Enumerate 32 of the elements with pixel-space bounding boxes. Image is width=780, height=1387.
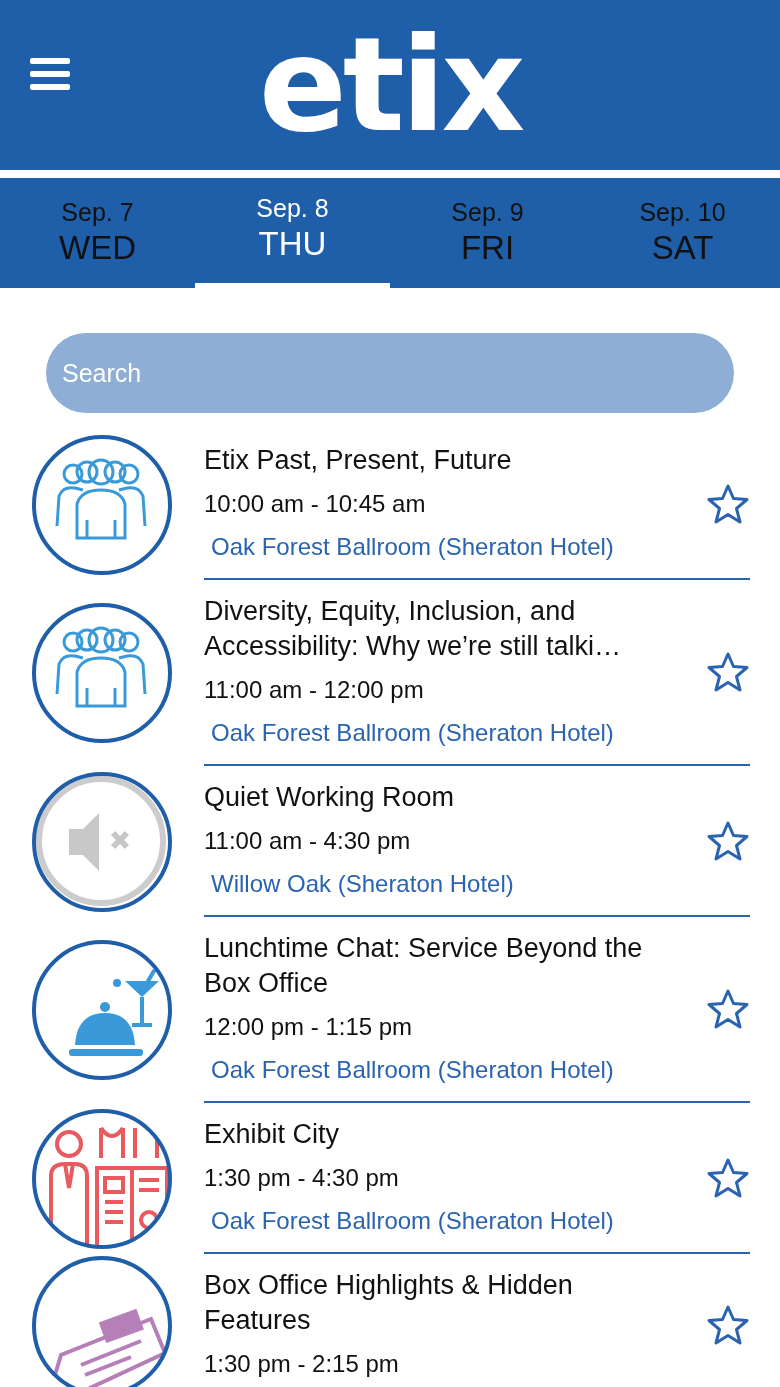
session-time: 11:00 am - 12:00 pm xyxy=(204,675,425,705)
session-time: 11:00 am - 4:30 pm xyxy=(204,826,412,856)
people-icon xyxy=(55,458,147,539)
star-icon[interactable] xyxy=(706,651,750,693)
session-location[interactable]: Oak Forest Ballroom (Sheraton Hotel) xyxy=(204,715,706,750)
session-location[interactable]: Oak Forest Ballroom (Sheraton Hotel) xyxy=(204,1052,706,1087)
star-icon[interactable] xyxy=(706,1156,750,1199)
session-title: Exhibit City xyxy=(204,1118,341,1151)
logo: etix xyxy=(258,15,522,155)
search-field[interactable]: Search xyxy=(46,333,734,413)
session-time: 12:00 pm - 1:15 pm xyxy=(204,1012,414,1042)
session-title: Lunchtime Chat: Service Beyond the Box Office xyxy=(204,932,644,1000)
session-location[interactable]: Oak Forest Ballroom (Sheraton Hotel) xyxy=(204,1203,706,1238)
session-time: 10:00 am - 10:45 am xyxy=(204,489,427,519)
session-title: Diversity, Equity, Inclusion, and Accessibility: Why we’re still talki… xyxy=(204,595,623,663)
star-icon[interactable] xyxy=(706,1303,750,1346)
food-drink-icon xyxy=(69,968,159,1056)
session-time: 1:30 pm - 2:15 pm xyxy=(204,1349,400,1379)
session-time: 1:30 pm - 4:30 pm xyxy=(204,1163,400,1193)
star-icon[interactable] xyxy=(706,988,750,1030)
menu-icon[interactable] xyxy=(30,58,70,90)
star-icon[interactable] xyxy=(706,482,750,525)
exhibit-booth-icon xyxy=(49,1125,169,1247)
session-location[interactable]: Willow Oak (Sheraton Hotel) xyxy=(204,866,706,901)
people-icon xyxy=(55,626,147,708)
muted-speaker-icon xyxy=(36,775,166,906)
session-title: Box Office Highlights & Hidden Features xyxy=(204,1269,574,1337)
date-tab[interactable]: Sep. 8 THU xyxy=(195,178,390,288)
session-title: Quiet Working Room xyxy=(204,781,456,814)
session-title: Etix Past, Present, Future xyxy=(204,444,513,477)
star-icon[interactable] xyxy=(706,819,750,862)
session-location[interactable]: Oak Forest Ballroom (Sheraton Hotel) xyxy=(204,529,706,564)
